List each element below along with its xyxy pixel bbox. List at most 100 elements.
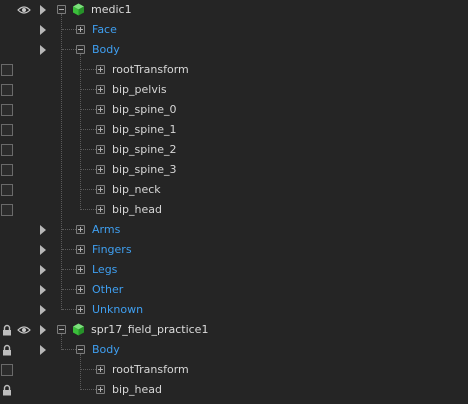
lock-cell[interactable] [0,380,14,400]
tree-expander-icon[interactable] [96,145,105,154]
visibility-cell[interactable] [17,320,31,340]
tree-row-legs[interactable]: Legs [0,260,468,280]
tree-row-other[interactable]: Other [0,280,468,300]
play-arrow-icon[interactable] [40,225,46,235]
tree-row-roottransform[interactable]: rootTransform [0,360,468,380]
tree-connector [62,289,76,290]
tree-row-bip-spine-3[interactable]: bip_spine_3 [0,160,468,180]
tree-row-body[interactable]: Body [0,340,468,360]
tree-expander-icon[interactable] [76,25,85,34]
tree-row-bip-spine-0[interactable]: bip_spine_0 [0,100,468,120]
play-arrow-icon[interactable] [40,285,46,295]
play-arrow-cell[interactable] [37,220,51,240]
checkbox-cell[interactable] [0,360,14,380]
play-arrow-icon[interactable] [40,5,46,15]
checkbox-cell[interactable] [0,120,14,140]
eye-icon[interactable] [17,5,31,15]
play-arrow-icon[interactable] [40,245,46,255]
tree-expander-icon[interactable] [96,165,105,174]
tree-row-medic1[interactable]: medic1 [0,0,468,20]
checkbox-icon[interactable] [1,184,13,196]
tree-expander-icon[interactable] [76,285,85,294]
checkbox-cell[interactable] [0,100,14,120]
play-arrow-icon[interactable] [40,345,46,355]
tree-expander-icon[interactable] [96,185,105,194]
tree-item-label: Arms [92,223,121,236]
tree-row-arms[interactable]: Arms [0,220,468,240]
tree-expander-icon[interactable] [76,45,85,54]
tree-row-fingers[interactable]: Fingers [0,240,468,260]
checkbox-cell[interactable] [0,180,14,200]
tree-row-roottransform[interactable]: rootTransform [0,60,468,80]
tree-expander-icon[interactable] [96,385,105,394]
lock-icon[interactable] [1,344,13,356]
tree-row-bip-pelvis[interactable]: bip_pelvis [0,80,468,100]
play-arrow-cell[interactable] [37,260,51,280]
tree-row-face[interactable]: Face [0,20,468,40]
checkbox-cell[interactable] [0,160,14,180]
play-arrow-cell[interactable] [37,40,51,60]
tree-expander-icon[interactable] [76,345,85,354]
tree-row-bip-head[interactable]: bip_head [0,380,468,400]
tree-expander-icon[interactable] [76,225,85,234]
play-arrow-cell[interactable] [37,340,51,360]
play-arrow-cell[interactable] [37,240,51,260]
lock-cell[interactable] [0,340,14,360]
tree-connector [81,129,96,130]
tree-expander-icon[interactable] [57,325,66,334]
tree-expander-icon[interactable] [96,85,105,94]
play-arrow-icon[interactable] [40,305,46,315]
tree-item-label: Other [92,283,124,296]
tree-expander-icon[interactable] [96,65,105,74]
tree-expander-icon[interactable] [96,105,105,114]
tree-item-label: rootTransform [112,63,189,76]
tree-item-label: Body [92,343,120,356]
visibility-cell[interactable] [17,0,31,20]
checkbox-cell[interactable] [0,140,14,160]
tree-expander-icon[interactable] [96,365,105,374]
eye-icon[interactable] [17,325,31,335]
tree-expander-icon[interactable] [76,245,85,254]
tree-expander-icon[interactable] [96,205,105,214]
checkbox-icon[interactable] [1,204,13,216]
checkbox-cell[interactable] [0,60,14,80]
play-arrow-cell[interactable] [37,280,51,300]
play-arrow-icon[interactable] [40,265,46,275]
outliner-tree: medic1 Face Body rootTransform bip_pelvis bip… [0,0,468,404]
checkbox-icon[interactable] [1,164,13,176]
checkbox-cell[interactable] [0,80,14,100]
checkbox-icon[interactable] [1,124,13,136]
tree-row-body[interactable]: Body [0,40,468,60]
lock-cell[interactable] [0,320,14,340]
tree-row-bip-neck[interactable]: bip_neck [0,180,468,200]
play-arrow-icon[interactable] [40,45,46,55]
lock-icon[interactable] [1,324,13,336]
checkbox-icon[interactable] [1,104,13,116]
tree-row-bip-spine-2[interactable]: bip_spine_2 [0,140,468,160]
tree-row-bip-spine-1[interactable]: bip_spine_1 [0,120,468,140]
cube-icon [73,323,84,336]
checkbox-icon[interactable] [1,144,13,156]
checkbox-icon[interactable] [1,364,13,376]
tree-connector [81,109,96,110]
play-arrow-cell[interactable] [37,0,51,20]
play-arrow-cell[interactable] [37,300,51,320]
tree-item-label: Fingers [92,243,132,256]
tree-expander-icon[interactable] [57,5,66,14]
tree-expander-icon[interactable] [96,125,105,134]
play-arrow-cell[interactable] [37,320,51,340]
tree-item-label: bip_spine_1 [112,123,177,136]
checkbox-cell[interactable] [0,200,14,220]
tree-expander-icon[interactable] [76,265,85,274]
play-arrow-cell[interactable] [37,20,51,40]
checkbox-icon[interactable] [1,84,13,96]
lock-icon[interactable] [1,384,13,396]
tree-row-unknown[interactable]: Unknown [0,300,468,320]
play-arrow-icon[interactable] [40,325,46,335]
play-arrow-icon[interactable] [40,25,46,35]
tree-row-spr17-field-practice1[interactable]: spr17_field_practice1 [0,320,468,340]
tree-item-label: bip_pelvis [112,83,167,96]
tree-expander-icon[interactable] [76,305,85,314]
tree-row-bip-head[interactable]: bip_head [0,200,468,220]
checkbox-icon[interactable] [1,64,13,76]
